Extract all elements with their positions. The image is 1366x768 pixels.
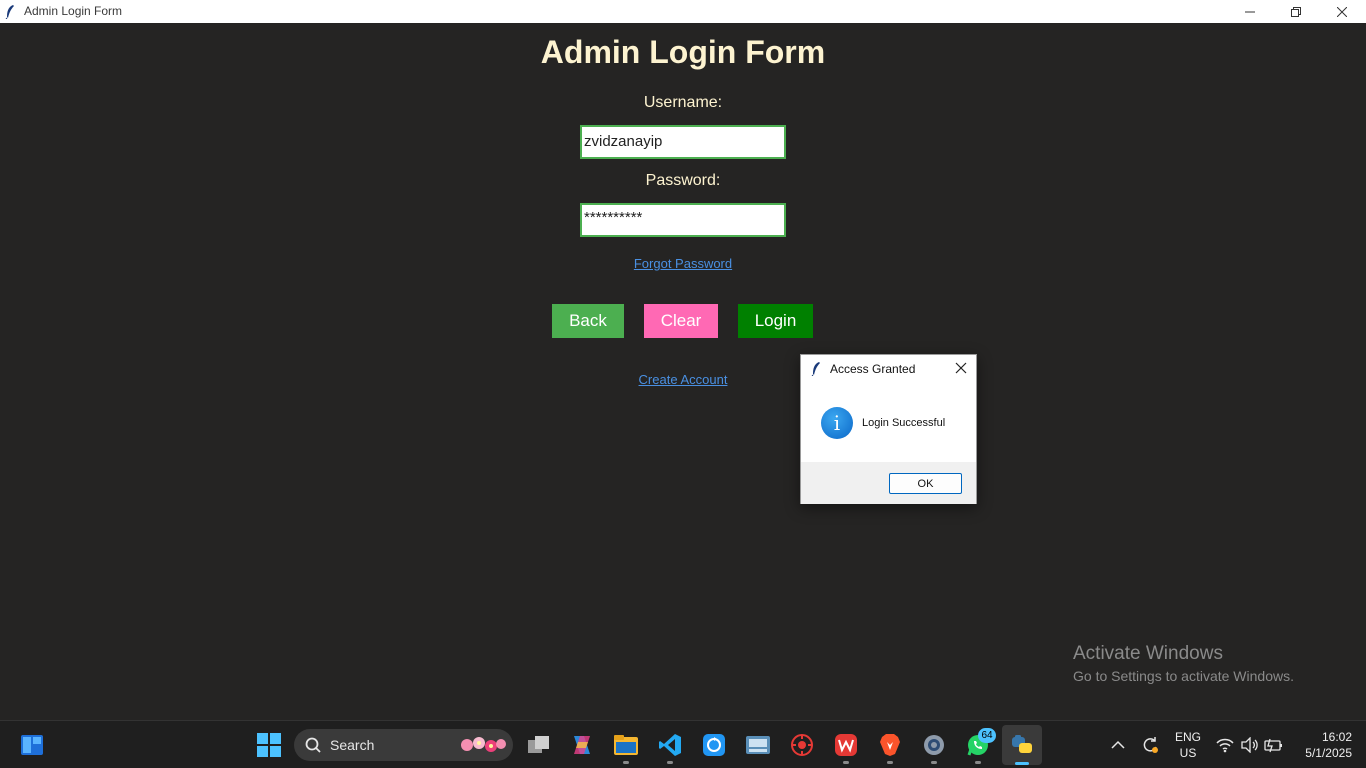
clock-date[interactable]: 5/1/2025: [1288, 746, 1352, 760]
create-account-link[interactable]: Create Account: [0, 372, 1366, 387]
battery-icon: [1264, 738, 1282, 753]
close-icon: [955, 362, 967, 374]
vscode-icon: [659, 734, 681, 756]
settings-icon: [924, 735, 944, 755]
activate-windows-title: Activate Windows: [1073, 643, 1223, 664]
volume-icon: [1241, 737, 1258, 753]
dialog-message: Login Successful: [862, 417, 946, 429]
window-title: Admin Login Form: [24, 4, 123, 18]
vscode-button[interactable]: [657, 732, 683, 758]
taskbar: Search 64 ENG US 16:02 5/1/2025: [0, 720, 1366, 768]
flowers-icon: [459, 735, 507, 760]
login-button[interactable]: Login: [738, 304, 813, 338]
access-granted-dialog: Access Granted i Login Successful OK: [800, 354, 977, 504]
running-indicator: [887, 761, 893, 764]
feather-icon: [5, 4, 15, 24]
file-explorer-icon: [614, 735, 638, 755]
search-icon: [305, 737, 321, 758]
dialog-title: Access Granted: [830, 362, 916, 376]
refresh-icon: [1143, 737, 1158, 753]
running-indicator: [931, 761, 937, 764]
back-button[interactable]: Back: [552, 304, 624, 338]
python-icon: [1012, 735, 1032, 753]
settings-button[interactable]: [921, 732, 947, 758]
widgets-icon: [21, 735, 43, 755]
close-icon: [1337, 6, 1347, 17]
sync-app-icon: [703, 734, 725, 756]
sync-status-button[interactable]: [1137, 732, 1163, 758]
close-button[interactable]: [1319, 0, 1365, 23]
wps-button[interactable]: [833, 732, 859, 758]
maximize-icon: [1291, 6, 1301, 17]
task-view-button[interactable]: [526, 732, 552, 758]
sync-app-button[interactable]: [701, 732, 727, 758]
windows-start-icon: [257, 733, 281, 757]
keyboard-app-button[interactable]: [745, 732, 771, 758]
widgets-button[interactable]: [19, 732, 45, 758]
volume-button[interactable]: [1237, 732, 1263, 758]
show-hidden-icons-button[interactable]: [1105, 732, 1131, 758]
active-indicator: [1015, 762, 1029, 765]
start-button[interactable]: [256, 732, 282, 758]
task-view-icon: [528, 736, 549, 753]
brave-icon: [880, 734, 900, 756]
file-explorer-button[interactable]: [613, 732, 639, 758]
username-label: Username:: [643, 94, 723, 111]
language-region[interactable]: US: [1172, 746, 1204, 760]
info-icon: i: [821, 407, 853, 439]
copilot-button[interactable]: [569, 732, 595, 758]
minimize-button[interactable]: [1227, 0, 1273, 23]
battery-button[interactable]: [1261, 732, 1287, 758]
antivirus-button[interactable]: [789, 732, 815, 758]
antivirus-icon: [791, 734, 813, 756]
password-label: Password:: [645, 172, 721, 189]
minimize-icon: [1245, 11, 1255, 12]
search-placeholder: Search: [330, 737, 375, 753]
wps-icon: [835, 734, 857, 756]
form-heading: Admin Login Form: [540, 34, 826, 70]
maximize-button[interactable]: [1273, 0, 1319, 23]
copilot-icon: [574, 736, 590, 754]
forgot-password-link[interactable]: Forgot Password: [0, 256, 1366, 271]
notification-badge: 64: [978, 728, 996, 743]
wifi-icon: [1216, 738, 1234, 753]
clear-button[interactable]: Clear: [644, 304, 718, 338]
feather-icon: [811, 361, 821, 381]
running-indicator: [667, 761, 673, 764]
running-indicator: [623, 761, 629, 764]
clock-time[interactable]: 16:02: [1294, 730, 1352, 744]
keyboard-app-icon: [746, 736, 770, 754]
dialog-footer: OK: [801, 462, 976, 504]
network-button[interactable]: [1212, 732, 1238, 758]
language-code[interactable]: ENG: [1172, 730, 1204, 744]
chevron-up-icon: [1111, 740, 1125, 749]
username-input[interactable]: zvidzanayip: [580, 125, 786, 159]
activate-windows-subtitle: Go to Settings to activate Windows.: [1073, 668, 1294, 684]
brave-button[interactable]: [877, 732, 903, 758]
dialog-close-button[interactable]: [955, 361, 967, 379]
window-titlebar: Admin Login Form: [0, 0, 1366, 23]
python-button[interactable]: [1009, 732, 1035, 758]
taskbar-search[interactable]: Search: [294, 729, 513, 761]
running-indicator: [843, 761, 849, 764]
ok-button[interactable]: OK: [889, 473, 962, 494]
password-input[interactable]: **********: [580, 203, 786, 237]
running-indicator: [975, 761, 981, 764]
